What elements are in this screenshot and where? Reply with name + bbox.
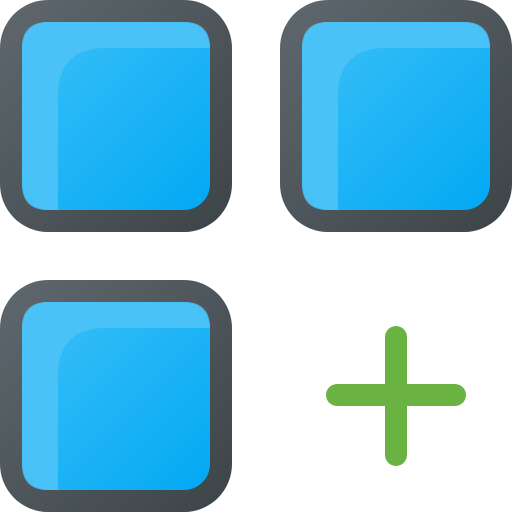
plus-icon [326,326,466,466]
tile-top-left [0,0,232,232]
add-app-grid-svg [0,0,512,512]
tile-bottom-left [0,280,232,512]
tile-top-right [280,0,512,232]
add-app-grid-icon [0,0,512,512]
